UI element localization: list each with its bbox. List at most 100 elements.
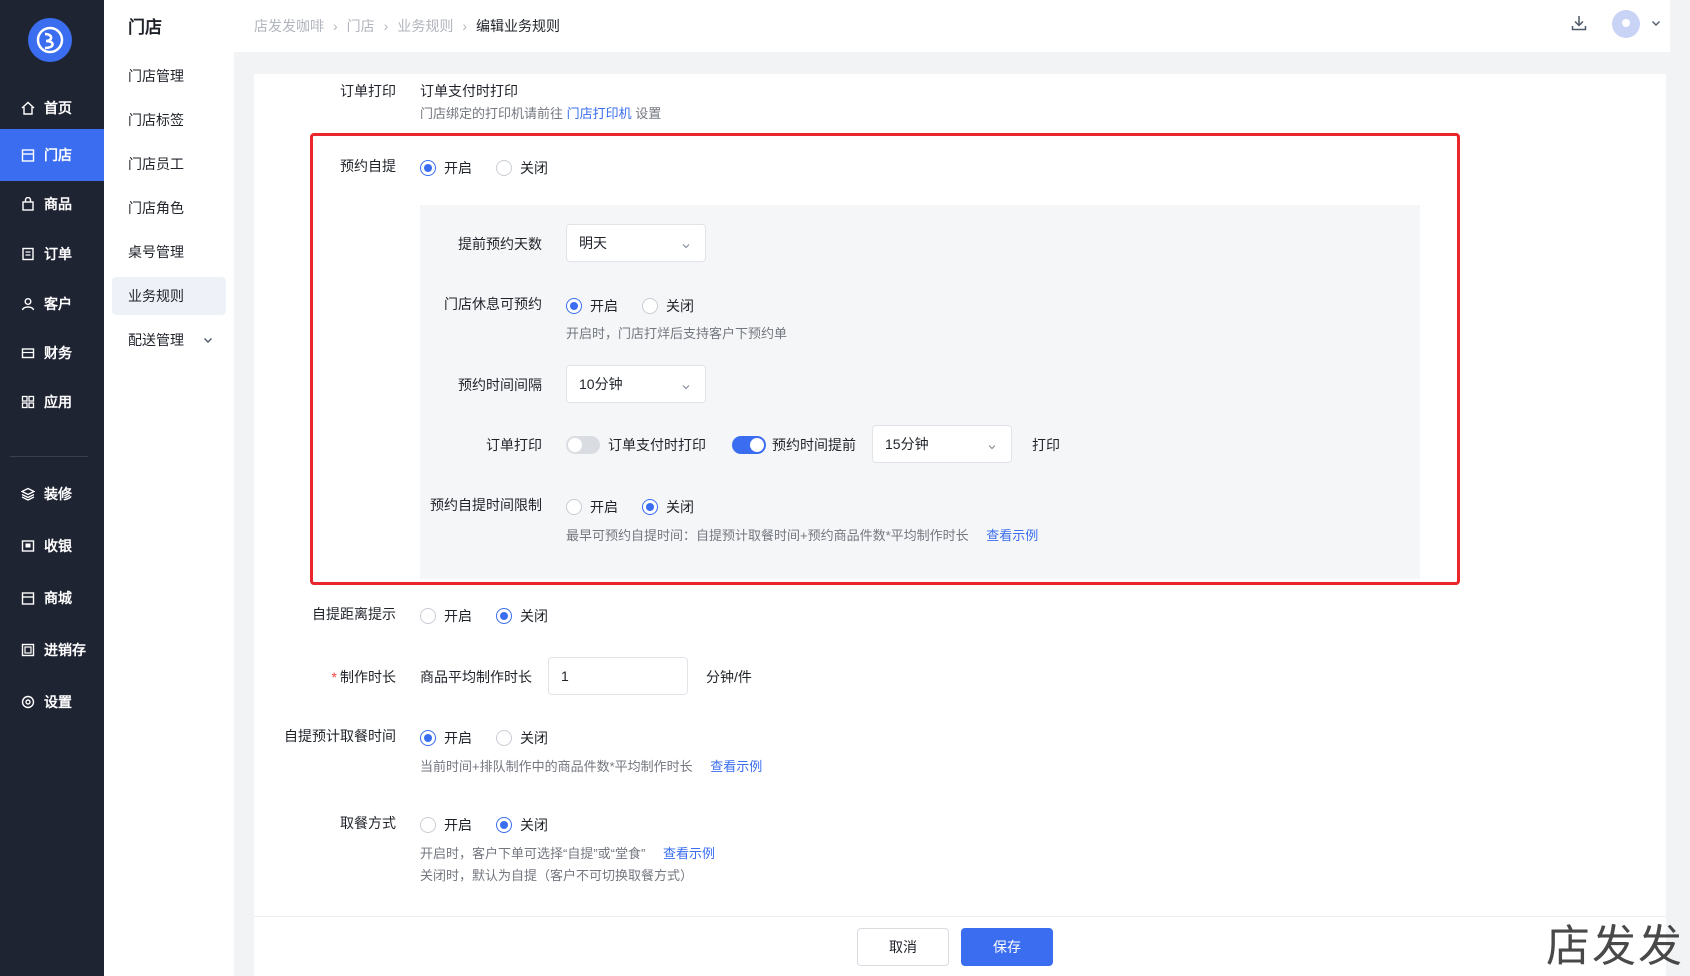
print-on-pay-toggle[interactable] [566, 436, 600, 454]
required-mark: * [331, 669, 337, 685]
nav-item-mall[interactable]: 商城 [0, 572, 104, 624]
nav-item-label: 财务 [44, 345, 72, 361]
submenu-item-store-staff[interactable]: 门店员工 [112, 145, 226, 183]
radio-label: 关闭 [520, 160, 548, 176]
print-suffix: 打印 [1032, 437, 1060, 453]
reservation-off-radio[interactable]: 关闭 [496, 158, 548, 178]
nav-item-inventory[interactable]: 进销存 [0, 624, 104, 676]
pickup-time-label: 自提预计取餐时间 [284, 728, 396, 744]
pickup-mode-off-radio[interactable]: 关闭 [496, 815, 548, 835]
radio-label: 开启 [444, 730, 472, 746]
chevron-down-icon [987, 439, 997, 455]
nav-item-home[interactable]: 首页 [0, 82, 104, 134]
radio-unchecked-icon [496, 730, 512, 746]
hint-text: 最早可预约自提时间：自提预计取餐时间+预约商品件数*平均制作时长 [566, 528, 969, 543]
rest-off-radio[interactable]: 关闭 [642, 296, 694, 316]
view-example-link[interactable]: 查看示例 [986, 528, 1038, 543]
cashier-icon [20, 538, 36, 554]
breadcrumb-item[interactable]: 店发发咖啡 [254, 16, 324, 36]
nav-item-decor[interactable]: 装修 [0, 468, 104, 520]
apps-icon [20, 394, 36, 410]
nav-item-label: 首页 [44, 100, 72, 116]
view-example-link[interactable]: 查看示例 [663, 846, 715, 861]
nav-item-orders[interactable]: 订单 [0, 228, 104, 280]
pickup-mode-on-radio[interactable]: 开启 [420, 815, 472, 835]
chevron-down-icon [681, 379, 691, 395]
radio-label: 开启 [590, 499, 618, 515]
save-button[interactable]: 保存 [961, 928, 1053, 966]
nav-item-settings[interactable]: 设置 [0, 676, 104, 728]
rest-on-radio[interactable]: 开启 [566, 296, 618, 316]
nav-item-label: 订单 [44, 246, 72, 262]
submenu-item-business-rules[interactable]: 业务规则 [112, 277, 226, 315]
layers-icon [20, 486, 36, 502]
scrollbar[interactable] [1670, 0, 1690, 976]
breadcrumb: 店发发咖啡 › 门店 › 业务规则 › 编辑业务规则 [254, 16, 560, 36]
make-time-input[interactable] [548, 657, 688, 695]
nav-item-products[interactable]: 商品 [0, 178, 104, 230]
nav-item-apps[interactable]: 应用 [0, 376, 104, 428]
advance-days-label: 提前预约天数 [458, 236, 542, 252]
distance-on-radio[interactable]: 开启 [420, 606, 472, 626]
nav-item-customers[interactable]: 客户 [0, 278, 104, 330]
radio-unchecked-icon [496, 160, 512, 176]
submenu-item-store-tags[interactable]: 门店标签 [112, 101, 226, 139]
pickup-time-off-radio[interactable]: 关闭 [496, 728, 548, 748]
radio-unchecked-icon [420, 608, 436, 624]
make-time-prefix: 商品平均制作时长 [420, 669, 532, 685]
time-limit-on-radio[interactable]: 开启 [566, 497, 618, 517]
submenu-item-store-roles[interactable]: 门店角色 [112, 189, 226, 227]
radio-label: 开启 [590, 298, 618, 314]
select-value: 明天 [579, 235, 607, 251]
interval-label: 预约时间间隔 [458, 377, 542, 393]
submenu-item-delivery[interactable]: 配送管理 [112, 321, 226, 359]
cancel-button[interactable]: 取消 [857, 928, 949, 966]
distance-off-radio[interactable]: 关闭 [496, 606, 548, 626]
pickup-mode-hint-on: 开启时，客户下单可选择“自提”或“堂食” 查看示例 [420, 843, 715, 862]
nav-item-label: 设置 [44, 694, 72, 710]
download-icon[interactable] [1570, 14, 1588, 35]
time-limit-label: 预约自提时间限制 [430, 497, 542, 513]
chevron-down-icon [681, 238, 691, 254]
select-value: 15分钟 [885, 436, 929, 452]
radio-label: 关闭 [520, 608, 548, 624]
nav-item-finance[interactable]: 财务 [0, 327, 104, 379]
breadcrumb-item[interactable]: 业务规则 [397, 16, 453, 36]
radio-checked-icon [420, 730, 436, 746]
nav-item-label: 装修 [44, 486, 72, 502]
submenu-item-table-manage[interactable]: 桌号管理 [112, 233, 226, 271]
radio-label: 开启 [444, 608, 472, 624]
pickup-time-hint: 当前时间+排队制作中的商品件数*平均制作时长 查看示例 [420, 756, 762, 775]
make-time-label-text: 制作时长 [340, 669, 396, 685]
settings-icon [20, 694, 36, 710]
radio-checked-icon [566, 298, 582, 314]
print-advance-select[interactable]: 15分钟 [872, 425, 1012, 463]
store-printer-link[interactable]: 门店打印机 [567, 106, 632, 121]
form-footer: 取消 保存 [254, 916, 1666, 976]
avatar[interactable] [1612, 10, 1640, 38]
nav-item-cashier[interactable]: 收银 [0, 520, 104, 572]
time-limit-off-radio[interactable]: 关闭 [642, 497, 694, 517]
advance-days-select[interactable]: 明天 [566, 224, 706, 262]
chevron-down-icon[interactable] [1650, 16, 1662, 32]
hint-text: 门店绑定的打印机请前往 [420, 106, 564, 121]
radio-label: 开启 [444, 160, 472, 176]
toggle-knob [750, 438, 764, 452]
radio-checked-icon [496, 817, 512, 833]
wallet-icon [20, 345, 36, 361]
inventory-icon [20, 642, 36, 658]
reservation-on-radio[interactable]: 开启 [420, 158, 472, 178]
nav-item-store[interactable]: 门店 [0, 129, 104, 181]
interval-select[interactable]: 10分钟 [566, 365, 706, 403]
rest-reservation-label: 门店休息可预约 [444, 296, 542, 312]
submenu-item-store-manage[interactable]: 门店管理 [112, 57, 226, 95]
home-icon [20, 100, 36, 116]
breadcrumb-item[interactable]: 门店 [347, 16, 375, 36]
print-before-reservation-toggle[interactable] [732, 436, 766, 454]
app-logo[interactable] [28, 18, 72, 62]
rest-reservation-hint: 开启时，门店打烊后支持客户下预约单 [566, 326, 788, 341]
radio-checked-icon [420, 160, 436, 176]
make-time-label: * 制作时长 [254, 667, 396, 687]
pickup-time-on-radio[interactable]: 开启 [420, 728, 472, 748]
view-example-link[interactable]: 查看示例 [710, 759, 762, 774]
